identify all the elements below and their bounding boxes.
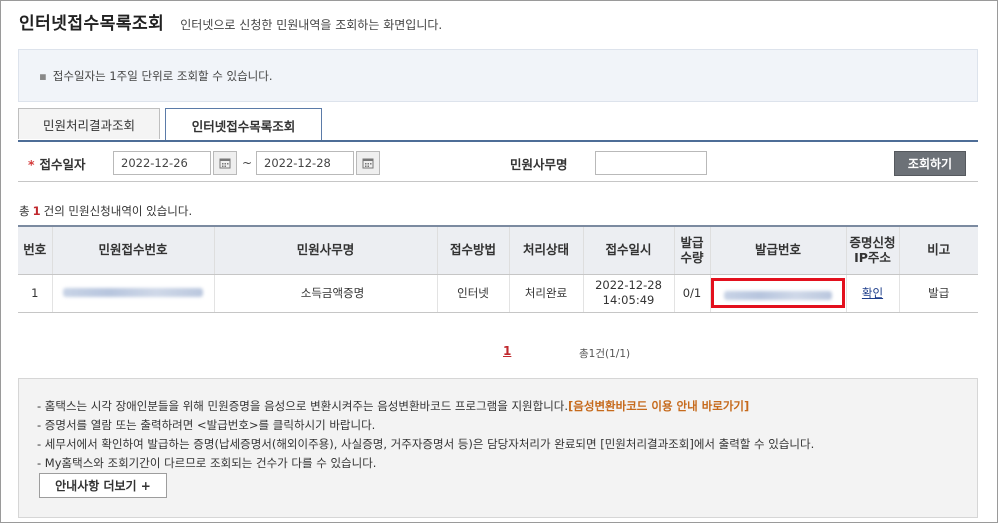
more-info-button[interactable]: 안내사항 더보기 +	[39, 473, 167, 498]
redacted-issue-no	[724, 291, 832, 300]
cell-method: 인터넷	[436, 274, 509, 313]
required-mark: *	[28, 157, 35, 172]
col-header-ip: 증명신청 IP주소	[845, 225, 899, 275]
date-to-input[interactable]	[256, 151, 354, 175]
result-count: 총 1 건의 민원신청내역이 있습니다.	[19, 203, 192, 219]
count-suffix: 건의 민원신청내역이 있습니다.	[43, 204, 193, 218]
window-frame: 인터넷접수목록조회 인터넷으로 신청한 민원내역을 조회하는 화면입니다. ▪ 접…	[0, 0, 998, 523]
date-from-input[interactable]	[113, 151, 211, 175]
issue-number-link[interactable]	[711, 278, 845, 308]
guide-list: - 홈택스는 시각 장애인분들을 위해 민원증명을 음성으로 변환시켜주는 음성…	[37, 397, 814, 473]
count-prefix: 총	[19, 204, 30, 218]
cell-ip: 확인	[845, 274, 899, 313]
date-separator: ~	[242, 156, 253, 170]
cell-note: 발급	[898, 274, 978, 313]
calendar-icon	[219, 158, 231, 169]
date-label: * 접수일자	[28, 154, 86, 173]
calendar-to-button[interactable]	[356, 151, 380, 175]
calendar-from-button[interactable]	[213, 151, 237, 175]
calendar-icon	[362, 158, 374, 169]
cell-issue-no	[709, 274, 846, 313]
cell-receipt-no	[51, 274, 214, 313]
page-info: 총1건(1/1)	[579, 348, 631, 360]
service-name-input[interactable]	[595, 151, 707, 175]
notice-text: 접수일자는 1주일 단위로 조회할 수 있습니다.	[52, 69, 273, 83]
cell-no: 1	[18, 274, 52, 313]
col-header-status: 처리상태	[508, 225, 583, 275]
guide-item: - 홈택스는 시각 장애인분들을 위해 민원증명을 음성으로 변환시켜주는 음성…	[37, 397, 814, 416]
guide-item-text: - 홈택스는 시각 장애인분들을 위해 민원증명을 음성으로 변환시켜주는 음성…	[37, 399, 569, 413]
guide-box: - 홈택스는 시각 장애인분들을 위해 민원증명을 음성으로 변환시켜주는 음성…	[18, 378, 978, 518]
page-header: 인터넷접수목록조회 인터넷으로 신청한 민원내역을 조회하는 화면입니다.	[19, 9, 443, 34]
cell-date-day: 2022-12-28	[595, 278, 662, 293]
result-table: 번호 민원접수번호 민원사무명 접수방법 처리상태 접수일시 발급 수량 발급번…	[18, 225, 978, 313]
service-name-label: 민원사무명	[510, 157, 568, 172]
guide-item: - 증명서를 열람 또는 출력하려면 <발급번호>를 클릭하시기 바랍니다.	[37, 418, 376, 432]
guide-item: - 세무서에서 확인하여 발급하는 증명(납세증명서(해외이주용), 사실증명,…	[37, 437, 815, 451]
count-number: 1	[32, 204, 41, 218]
search-bar: * 접수일자 ~ 민원사무명 조회하기	[18, 142, 978, 182]
notice-box: ▪ 접수일자는 1주일 단위로 조회할 수 있습니다.	[18, 49, 978, 102]
redacted-receipt-no	[63, 287, 203, 297]
col-header-note: 비고	[898, 225, 978, 275]
page-description: 인터넷으로 신청한 민원내역을 조회하는 화면입니다.	[180, 18, 443, 32]
col-header-issue-no: 발급번호	[709, 225, 846, 275]
table-header-row: 번호 민원접수번호 민원사무명 접수방법 처리상태 접수일시 발급 수량 발급번…	[18, 225, 978, 275]
table-row: 1 소득금액증명 인터넷 처리완료 2022-12-28 14:05:49 0/…	[18, 274, 978, 313]
date-label-text: 접수일자	[39, 157, 86, 172]
cell-date: 2022-12-28 14:05:49	[582, 274, 674, 313]
col-header-method: 접수방법	[436, 225, 509, 275]
ip-check-link[interactable]: 확인	[862, 286, 883, 300]
col-header-quantity: 발급 수량	[673, 225, 710, 275]
col-header-receipt-no: 민원접수번호	[51, 225, 214, 275]
cell-service-name: 소득금액증명	[213, 274, 437, 313]
cell-quantity: 0/1	[673, 274, 710, 313]
col-header-no: 번호	[18, 225, 52, 275]
search-button[interactable]: 조회하기	[894, 151, 966, 176]
guide-item: - My홈택스와 조회기간이 다르므로 조회되는 건수가 다를 수 있습니다.	[37, 456, 377, 470]
page-title: 인터넷접수목록조회	[19, 14, 165, 34]
page-link-current[interactable]: 1	[503, 344, 511, 358]
col-header-service-name: 민원사무명	[213, 225, 437, 275]
cell-date-time: 14:05:49	[602, 293, 655, 307]
tab-internet-receipt-list[interactable]: 인터넷접수목록조회	[165, 108, 322, 141]
notice-item: ▪ 접수일자는 1주일 단위로 조회할 수 있습니다.	[39, 68, 273, 84]
col-header-date: 접수일시	[582, 225, 674, 275]
cell-status: 처리완료	[508, 274, 583, 313]
barcode-guide-link[interactable]: [음성변환바코드 이용 안내 바로가기]	[568, 399, 749, 413]
tab-bar: 민원처리결과조회 인터넷접수목록조회	[18, 108, 322, 141]
bullet-icon: ▪	[39, 69, 47, 83]
tab-result-inquiry[interactable]: 민원처리결과조회	[18, 108, 160, 139]
